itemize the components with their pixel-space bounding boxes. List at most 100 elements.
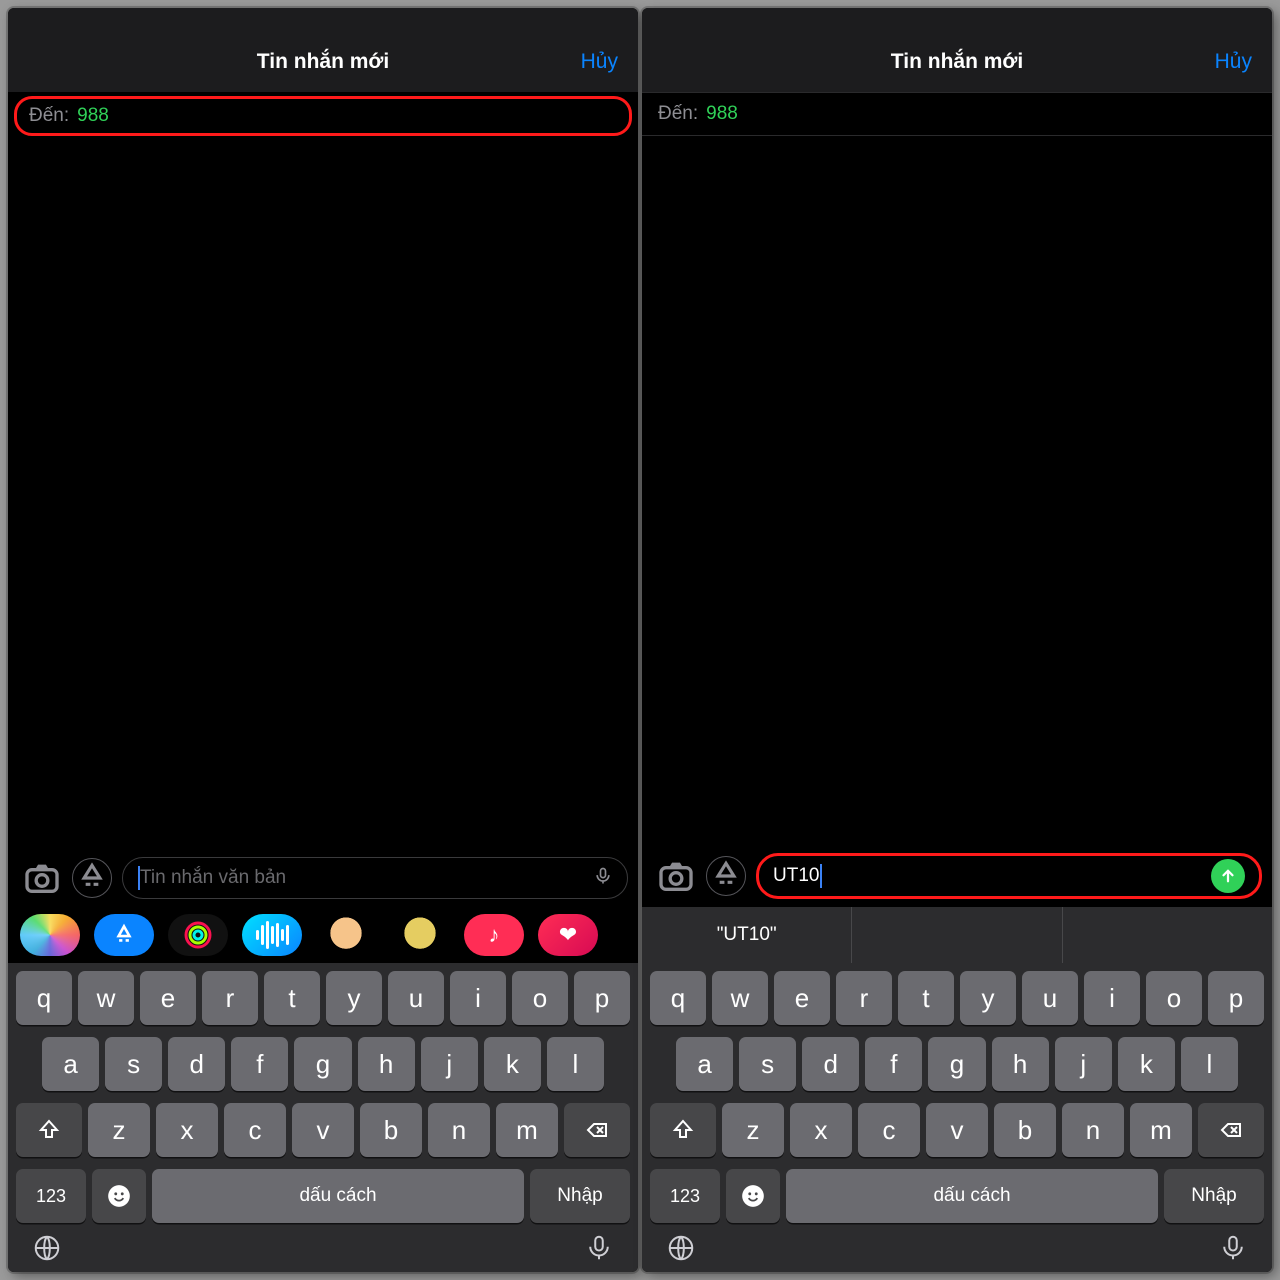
key-e[interactable]: e bbox=[774, 971, 830, 1025]
appstore-app-icon[interactable] bbox=[94, 914, 154, 956]
key-n[interactable]: n bbox=[1062, 1103, 1124, 1157]
music-app-icon[interactable]: ♪ bbox=[464, 914, 524, 956]
dictation-icon[interactable] bbox=[584, 1233, 614, 1268]
message-input[interactable]: UT10 bbox=[756, 853, 1262, 899]
key-f[interactable]: f bbox=[865, 1037, 922, 1091]
key-z[interactable]: z bbox=[88, 1103, 150, 1157]
key-t[interactable]: t bbox=[898, 971, 954, 1025]
key-d[interactable]: d bbox=[168, 1037, 225, 1091]
key-h[interactable]: h bbox=[992, 1037, 1049, 1091]
suggestion-2[interactable] bbox=[852, 907, 1062, 963]
key-p[interactable]: p bbox=[1208, 971, 1264, 1025]
key-y[interactable]: y bbox=[960, 971, 1016, 1025]
key-a[interactable]: a bbox=[42, 1037, 99, 1091]
key-j[interactable]: j bbox=[1055, 1037, 1112, 1091]
numbers-key[interactable]: 123 bbox=[650, 1169, 720, 1223]
camera-icon[interactable] bbox=[656, 856, 696, 896]
keyboard[interactable]: q w e r t y u i o p a s d f g h j k l bbox=[642, 963, 1272, 1272]
heart-app-icon[interactable]: ❤ bbox=[538, 914, 598, 956]
key-k[interactable]: k bbox=[484, 1037, 541, 1091]
appstore-icon[interactable] bbox=[72, 858, 112, 898]
space-key[interactable]: dấu cách bbox=[152, 1169, 524, 1223]
send-button[interactable] bbox=[1211, 859, 1245, 893]
numbers-key[interactable]: 123 bbox=[16, 1169, 86, 1223]
emoji-key[interactable] bbox=[726, 1169, 780, 1223]
camera-icon[interactable] bbox=[22, 858, 62, 898]
key-y[interactable]: y bbox=[326, 971, 382, 1025]
audio-app-icon[interactable] bbox=[242, 914, 302, 956]
key-v[interactable]: v bbox=[292, 1103, 354, 1157]
fitness-app-icon[interactable] bbox=[168, 914, 228, 956]
key-l[interactable]: l bbox=[1181, 1037, 1238, 1091]
suggestion-1[interactable]: "UT10" bbox=[642, 907, 852, 963]
key-l[interactable]: l bbox=[547, 1037, 604, 1091]
backspace-key[interactable] bbox=[1198, 1103, 1264, 1157]
key-w[interactable]: w bbox=[78, 971, 134, 1025]
globe-icon[interactable] bbox=[666, 1233, 696, 1268]
key-r[interactable]: r bbox=[202, 971, 258, 1025]
recipient-field[interactable]: Đến: 988 bbox=[642, 92, 1272, 136]
shift-key[interactable] bbox=[650, 1103, 716, 1157]
key-q[interactable]: q bbox=[16, 971, 72, 1025]
keyboard[interactable]: q w e r t y u i o p a s d f g h j k l bbox=[8, 963, 638, 1272]
key-f[interactable]: f bbox=[231, 1037, 288, 1091]
key-t[interactable]: t bbox=[264, 971, 320, 1025]
page-title: Tin nhắn mới bbox=[257, 50, 389, 74]
enter-key[interactable]: Nhập bbox=[530, 1169, 630, 1223]
key-s[interactable]: s bbox=[739, 1037, 796, 1091]
dictation-icon[interactable] bbox=[1218, 1233, 1248, 1268]
photos-app-icon[interactable] bbox=[20, 914, 80, 956]
header: Tin nhắn mới Hủy bbox=[8, 8, 638, 92]
appstore-icon[interactable] bbox=[706, 856, 746, 896]
cancel-button[interactable]: Hủy bbox=[581, 50, 618, 74]
input-value: UT10 bbox=[773, 865, 819, 887]
mic-icon[interactable] bbox=[593, 864, 613, 893]
conversation-area bbox=[642, 136, 1272, 845]
key-w[interactable]: w bbox=[712, 971, 768, 1025]
app-strip[interactable]: ♪ ❤ bbox=[8, 907, 638, 963]
key-h[interactable]: h bbox=[358, 1037, 415, 1091]
key-c[interactable]: c bbox=[224, 1103, 286, 1157]
key-m[interactable]: m bbox=[496, 1103, 558, 1157]
key-z[interactable]: z bbox=[722, 1103, 784, 1157]
globe-icon[interactable] bbox=[32, 1233, 62, 1268]
key-g[interactable]: g bbox=[928, 1037, 985, 1091]
key-n[interactable]: n bbox=[428, 1103, 490, 1157]
key-b[interactable]: b bbox=[360, 1103, 422, 1157]
enter-key[interactable]: Nhập bbox=[1164, 1169, 1264, 1223]
key-o[interactable]: o bbox=[512, 971, 568, 1025]
emoji-key[interactable] bbox=[92, 1169, 146, 1223]
key-g[interactable]: g bbox=[294, 1037, 351, 1091]
space-key[interactable]: dấu cách bbox=[786, 1169, 1158, 1223]
header: Tin nhắn mới Hủy bbox=[642, 8, 1272, 92]
key-u[interactable]: u bbox=[1022, 971, 1078, 1025]
key-u[interactable]: u bbox=[388, 971, 444, 1025]
key-s[interactable]: s bbox=[105, 1037, 162, 1091]
key-c[interactable]: c bbox=[858, 1103, 920, 1157]
key-e[interactable]: e bbox=[140, 971, 196, 1025]
message-input[interactable]: Tin nhắn văn bản bbox=[122, 857, 628, 899]
key-b[interactable]: b bbox=[994, 1103, 1056, 1157]
key-m[interactable]: m bbox=[1130, 1103, 1192, 1157]
key-x[interactable]: x bbox=[790, 1103, 852, 1157]
key-i[interactable]: i bbox=[1084, 971, 1140, 1025]
key-a[interactable]: a bbox=[676, 1037, 733, 1091]
key-k[interactable]: k bbox=[1118, 1037, 1175, 1091]
key-j[interactable]: j bbox=[421, 1037, 478, 1091]
shift-key[interactable] bbox=[16, 1103, 82, 1157]
key-v[interactable]: v bbox=[926, 1103, 988, 1157]
key-d[interactable]: d bbox=[802, 1037, 859, 1091]
key-r[interactable]: r bbox=[836, 971, 892, 1025]
suggestion-3[interactable] bbox=[1063, 907, 1272, 963]
key-i[interactable]: i bbox=[450, 971, 506, 1025]
recipient-field[interactable]: Đến: 988 bbox=[14, 96, 632, 136]
memoji-2-icon[interactable] bbox=[390, 914, 450, 956]
key-q[interactable]: q bbox=[650, 971, 706, 1025]
backspace-key[interactable] bbox=[564, 1103, 630, 1157]
to-value: 988 bbox=[77, 105, 109, 127]
cancel-button[interactable]: Hủy bbox=[1215, 50, 1252, 74]
key-p[interactable]: p bbox=[574, 971, 630, 1025]
memoji-1-icon[interactable] bbox=[316, 914, 376, 956]
key-x[interactable]: x bbox=[156, 1103, 218, 1157]
key-o[interactable]: o bbox=[1146, 971, 1202, 1025]
